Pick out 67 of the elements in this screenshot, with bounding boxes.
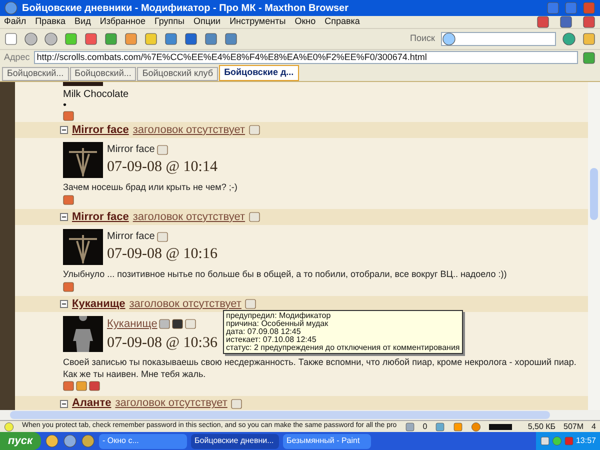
subject-link[interactable]: заголовок отсутствует [129, 296, 242, 312]
tab-count: 4 [592, 420, 596, 432]
menu-item[interactable]: Файл [4, 15, 26, 29]
tooltip-line: дата: 07.09.08 12:45 [226, 328, 302, 336]
app-icon [4, 1, 18, 15]
url-text: http://scrolls.combats.com/%7E%CC%EE%E4%E8%F4%E8%EA%E0%F2%EE%F0/300674.html [36, 50, 427, 64]
author-link[interactable]: Mirror face [72, 208, 129, 226]
menu-item[interactable]: Вид [74, 15, 91, 29]
tooltip-line: предупредил: Модификатор [226, 312, 332, 320]
avatar-image [63, 316, 103, 352]
post-date: 07-09-08 @ 10:36 [107, 334, 218, 352]
browser-tab[interactable]: Бойцовские д... [219, 65, 299, 81]
browser-tab[interactable]: Бойцовский... [2, 67, 69, 81]
start-button[interactable]: пуск [0, 432, 41, 450]
comment-text: Улыбнуло ... позитивное нытье по больше бы в общей, а то побили, отобрали, все вокруг ВЦ.. надоело :)) [63, 268, 508, 280]
search-field[interactable] [441, 32, 556, 46]
status-count: 0 [422, 420, 428, 432]
subject-link[interactable]: заголовок отсутствует [115, 395, 228, 410]
menu-item[interactable]: Правка [35, 15, 66, 29]
taskbar-button[interactable]: Бойцовские дневни... [190, 434, 279, 448]
subject-link[interactable]: заголовок отсутствует [132, 122, 246, 138]
author-link[interactable]: Mirror face [72, 122, 129, 138]
page-size: 5,50 КБ [528, 420, 556, 432]
taskbar-button[interactable]: - Окно с... [98, 434, 187, 448]
scrollbar-thumb[interactable] [10, 411, 550, 419]
comment-text: Зачем носешь брад или крыть не чем? ;-) [63, 181, 238, 193]
subject-link[interactable]: заголовок отсутствует [132, 208, 246, 226]
avatar-image [63, 229, 103, 265]
menu-item[interactable]: Группы [154, 15, 184, 29]
scrollbar-thumb[interactable] [590, 168, 598, 220]
post-date: 07-09-08 @ 10:16 [107, 245, 218, 264]
collapse-icon[interactable] [60, 126, 68, 134]
author-name: Mirror face [107, 143, 155, 157]
bullet-text: • [63, 101, 68, 111]
menu-item[interactable]: Опции [193, 15, 221, 29]
browser-tab[interactable]: Бойцовский клуб [137, 67, 218, 81]
menu-item[interactable]: Избранное [100, 15, 146, 29]
collapse-icon[interactable] [60, 300, 68, 308]
avatar-image [63, 142, 103, 178]
collapse-icon[interactable] [60, 400, 68, 408]
address-label: Адрес [4, 50, 30, 64]
window-title: Бойцовские дневники - Модификатор - Про МК - Maxthon Browser [22, 2, 350, 16]
tooltip-line: истекает: 07.10.08 12:45 [226, 336, 318, 344]
menu-item[interactable]: Справка [324, 15, 360, 29]
address-field[interactable]: http://scrolls.combats.com/%7E%CC%EE%E4%E8%F4%E8%EA%E0%F2%EE%F0/300674.html [34, 51, 578, 64]
comment-text: Как же ты наивен. Мне тебя жаль. [63, 368, 207, 380]
tooltip-line: статус: 2 предупреждения до отключения от комментирования [226, 344, 460, 352]
tooltip-line: причина: Особенный мудак [226, 320, 328, 328]
avatar-image [63, 82, 103, 86]
search-label: Поиск [410, 32, 435, 46]
author-name: Milk Chocolate [63, 89, 130, 101]
browser-tab[interactable]: Бойцовский... [70, 67, 136, 81]
collapse-icon[interactable] [60, 213, 68, 221]
horizontal-scrollbar[interactable] [0, 410, 600, 420]
vertical-scrollbar[interactable] [588, 82, 600, 410]
author-link[interactable]: Куканище [107, 316, 158, 332]
author-link[interactable]: Аланте [72, 395, 112, 410]
clock: 13:57 [576, 435, 596, 447]
post-date: 07-09-08 @ 10:14 [107, 158, 218, 177]
taskbar-button[interactable]: Безымянный - Paint [282, 434, 371, 448]
redaction-block [489, 424, 512, 430]
memory-usage: 507M [564, 420, 584, 432]
comment-text: Своей записью ты показываешь свою несдержанность. Также вспомни, что любой пиар, кроме некролога - хороший пиар. [63, 356, 578, 368]
author-name: Mirror face [107, 230, 155, 244]
menu-item[interactable]: Окно [294, 15, 316, 29]
author-link[interactable]: Куканище [72, 296, 126, 312]
menu-item[interactable]: Инструменты [230, 15, 286, 29]
